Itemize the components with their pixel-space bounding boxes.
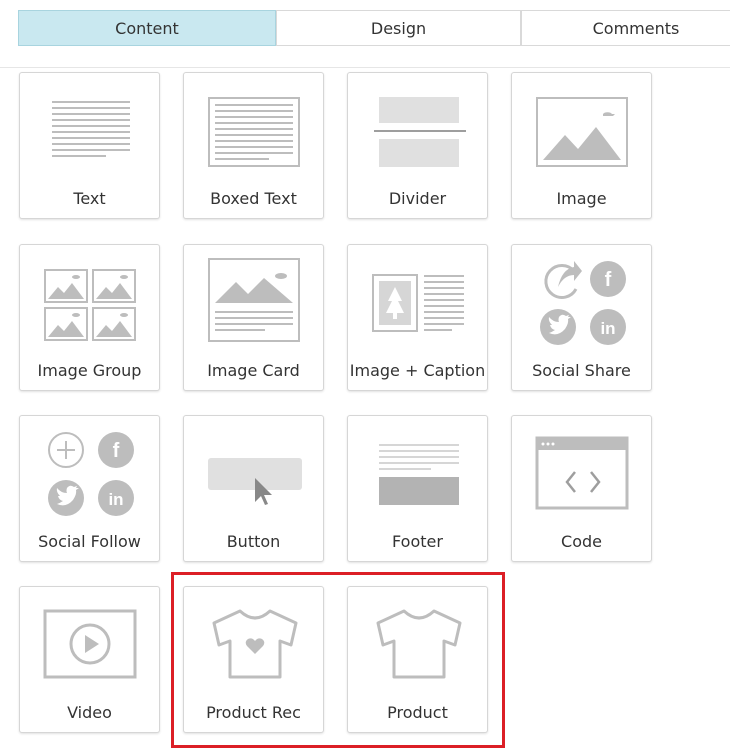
- tab-design[interactable]: Design: [276, 10, 521, 46]
- video-play-icon: [43, 609, 137, 679]
- facebook-glyph: f: [605, 269, 612, 291]
- tab-divider-line: [0, 67, 730, 68]
- block-label: Social Share: [532, 361, 631, 380]
- button-cursor-icon: [208, 458, 302, 505]
- block-label: Boxed Text: [210, 189, 297, 208]
- image-icon: [536, 97, 628, 167]
- block-video[interactable]: Video: [19, 586, 160, 733]
- linkedin-glyph: in: [600, 319, 615, 338]
- image-caption-icon: [372, 274, 464, 332]
- tab-bar: Content Design Comments: [18, 10, 730, 48]
- block-label: Social Follow: [38, 532, 141, 551]
- divider-icon: [374, 97, 466, 167]
- footer-icon: [379, 444, 459, 505]
- block-label: Divider: [388, 189, 447, 208]
- linkedin-glyph: in: [108, 490, 123, 509]
- block-image-card[interactable]: Image Card: [183, 244, 324, 391]
- highlight-box: [171, 572, 505, 748]
- block-footer[interactable]: Footer: [347, 415, 488, 562]
- facebook-glyph: f: [113, 440, 120, 462]
- block-social-share[interactable]: f in Social Share: [511, 244, 652, 391]
- code-window-icon: [535, 436, 629, 510]
- block-boxed-text[interactable]: Boxed Text: [183, 72, 324, 219]
- block-label: Button: [226, 532, 281, 551]
- social-share-icon: f in: [540, 261, 626, 345]
- tab-content[interactable]: Content: [18, 10, 276, 46]
- block-image-caption[interactable]: Image + Caption: [347, 244, 488, 391]
- tab-comments[interactable]: Comments: [521, 10, 730, 46]
- block-divider[interactable]: Divider: [347, 72, 488, 219]
- block-image-group[interactable]: Image Group: [19, 244, 160, 391]
- block-text[interactable]: Text: [19, 72, 160, 219]
- block-label: Image + Caption: [349, 361, 486, 380]
- block-image[interactable]: Image: [511, 72, 652, 219]
- block-label: Image: [556, 189, 607, 208]
- text-lines-icon: [52, 101, 130, 157]
- block-social-follow[interactable]: f in Social Follow: [19, 415, 160, 562]
- block-code[interactable]: Code: [511, 415, 652, 562]
- block-label: Video: [67, 703, 112, 722]
- block-label: Image Card: [207, 361, 300, 380]
- image-card-icon: [208, 258, 300, 342]
- block-button[interactable]: Button: [183, 415, 324, 562]
- block-label: Text: [73, 189, 106, 208]
- block-label: Image Group: [37, 361, 142, 380]
- block-label: Code: [561, 532, 602, 551]
- boxed-text-icon: [208, 97, 300, 167]
- image-group-icon: [44, 269, 136, 341]
- social-follow-icon: f in: [48, 432, 134, 516]
- block-label: Footer: [392, 532, 443, 551]
